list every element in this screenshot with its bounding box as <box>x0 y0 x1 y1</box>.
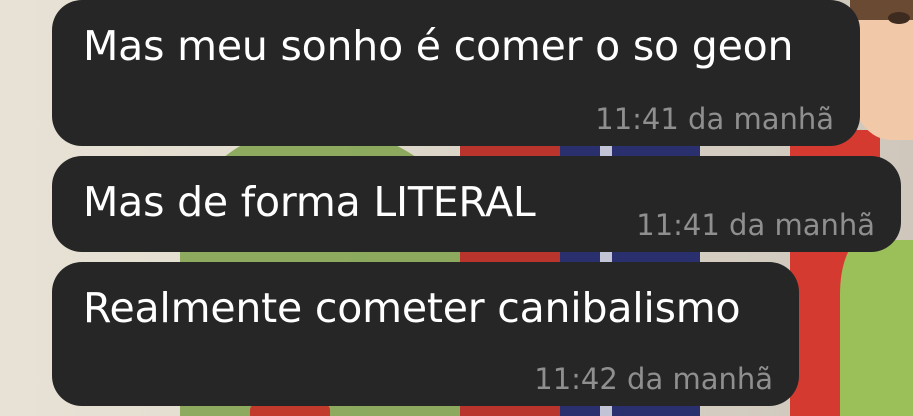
message-list: Mas meu sonho é comer o so geon 11:41 da… <box>0 0 913 416</box>
message-timestamp: 11:42 da manhã <box>534 362 773 396</box>
message-timestamp: 11:41 da manhã <box>595 102 834 136</box>
message-bubble[interactable]: Mas de forma LITERAL 11:41 da manhã <box>52 156 901 252</box>
message-bubble[interactable]: Mas meu sonho é comer o so geon 11:41 da… <box>52 0 860 146</box>
message-timestamp: 11:41 da manhã <box>636 208 875 242</box>
message-text: Realmente cometer canibalismo <box>83 284 741 332</box>
message-text: Mas de forma LITERAL <box>83 178 536 226</box>
message-bubble[interactable]: Realmente cometer canibalismo 11:42 da m… <box>52 262 799 406</box>
message-text: Mas meu sonho é comer o so geon <box>83 22 794 70</box>
